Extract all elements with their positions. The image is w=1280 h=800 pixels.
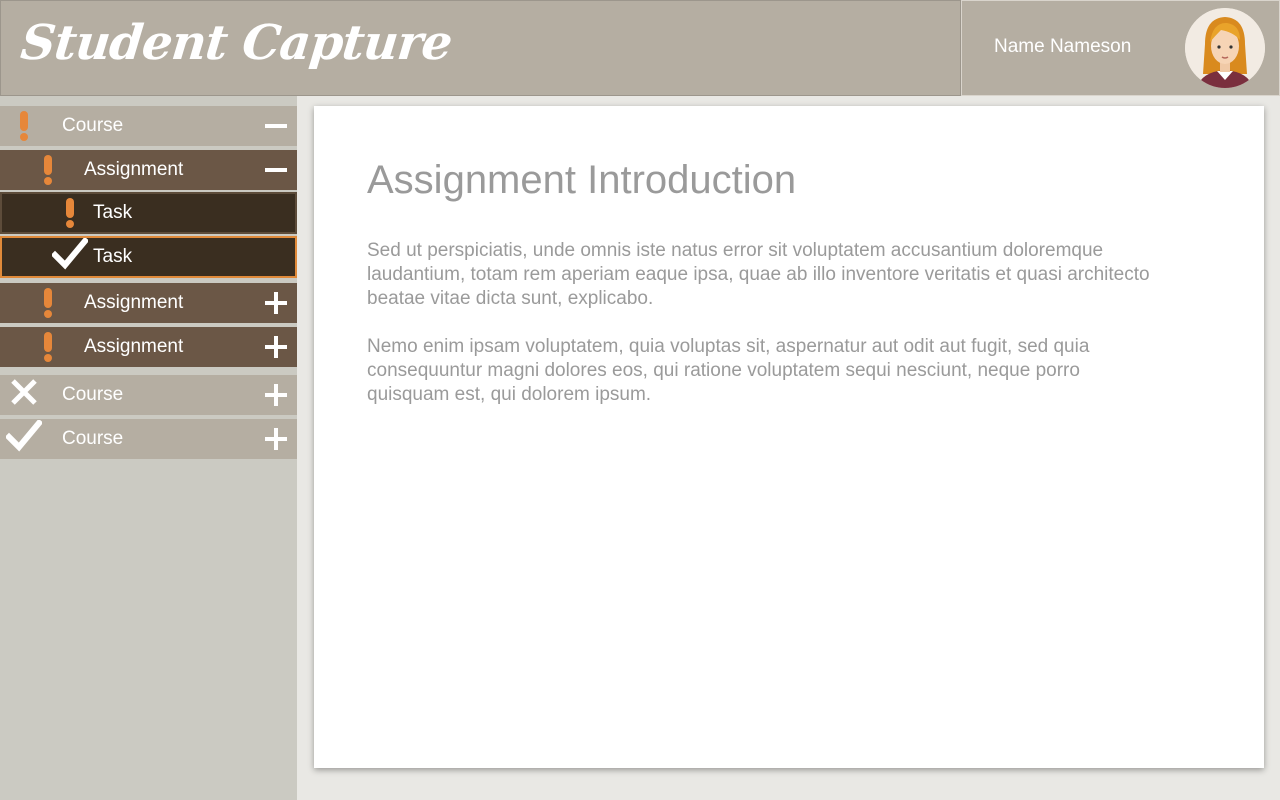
course-navigation: Course Assignment Task Task Assignment A…	[0, 96, 297, 800]
app-logo[interactable]: Student Capture	[18, 15, 454, 71]
intro-paragraph: Nemo enim ipsam voluptatem, quia volupta…	[367, 336, 1090, 405]
content-panel: Assignment Introduction Sed ut perspicia…	[314, 106, 1264, 768]
sidebar-task-row[interactable]: Task	[0, 192, 297, 234]
intro-paragraph: Sed ut perspiciatis, unde omnis iste nat…	[367, 240, 1150, 309]
x-icon	[10, 378, 38, 412]
course-label: Course	[62, 428, 124, 449]
sidebar-course-row[interactable]: Course	[0, 106, 297, 146]
plus-icon[interactable]	[265, 292, 287, 314]
avatar[interactable]	[1185, 8, 1265, 88]
plus-icon[interactable]	[265, 428, 287, 450]
check-icon	[50, 236, 90, 276]
sidebar-course-row[interactable]: Course	[0, 418, 297, 459]
exclamation-icon	[43, 288, 53, 318]
sidebar-assignment-row[interactable]: Assignment	[0, 150, 297, 190]
assignment-label: Assignment	[84, 292, 184, 313]
exclamation-icon	[43, 155, 53, 185]
plus-icon[interactable]	[265, 384, 287, 406]
course-label: Course	[62, 384, 124, 405]
plus-icon[interactable]	[265, 336, 287, 358]
app-header: Student Capture Name Nameson	[0, 0, 1280, 96]
page-title: Assignment Introduction	[367, 158, 797, 202]
assignment-label: Assignment	[84, 336, 184, 357]
avatar-icon	[1185, 8, 1265, 88]
exclamation-icon	[65, 198, 75, 228]
sidebar-course-row[interactable]: Course	[0, 375, 297, 415]
user-name[interactable]: Name Nameson	[994, 36, 1131, 58]
minus-icon[interactable]	[265, 115, 287, 137]
task-label: Task	[93, 246, 133, 267]
assignment-label: Assignment	[84, 159, 184, 180]
exclamation-icon	[43, 332, 53, 362]
task-label: Task	[93, 202, 133, 223]
sidebar-assignment-row[interactable]: Assignment	[0, 283, 297, 323]
check-icon	[4, 418, 44, 458]
sidebar-assignment-row[interactable]: Assignment	[0, 327, 297, 367]
user-menu[interactable]: Name Nameson	[961, 0, 1280, 96]
sidebar-task-row-selected[interactable]: Task	[0, 236, 297, 278]
course-label: Course	[62, 115, 124, 136]
minus-icon[interactable]	[265, 159, 287, 181]
exclamation-icon	[19, 111, 29, 141]
brand-bar: Student Capture	[0, 0, 961, 96]
